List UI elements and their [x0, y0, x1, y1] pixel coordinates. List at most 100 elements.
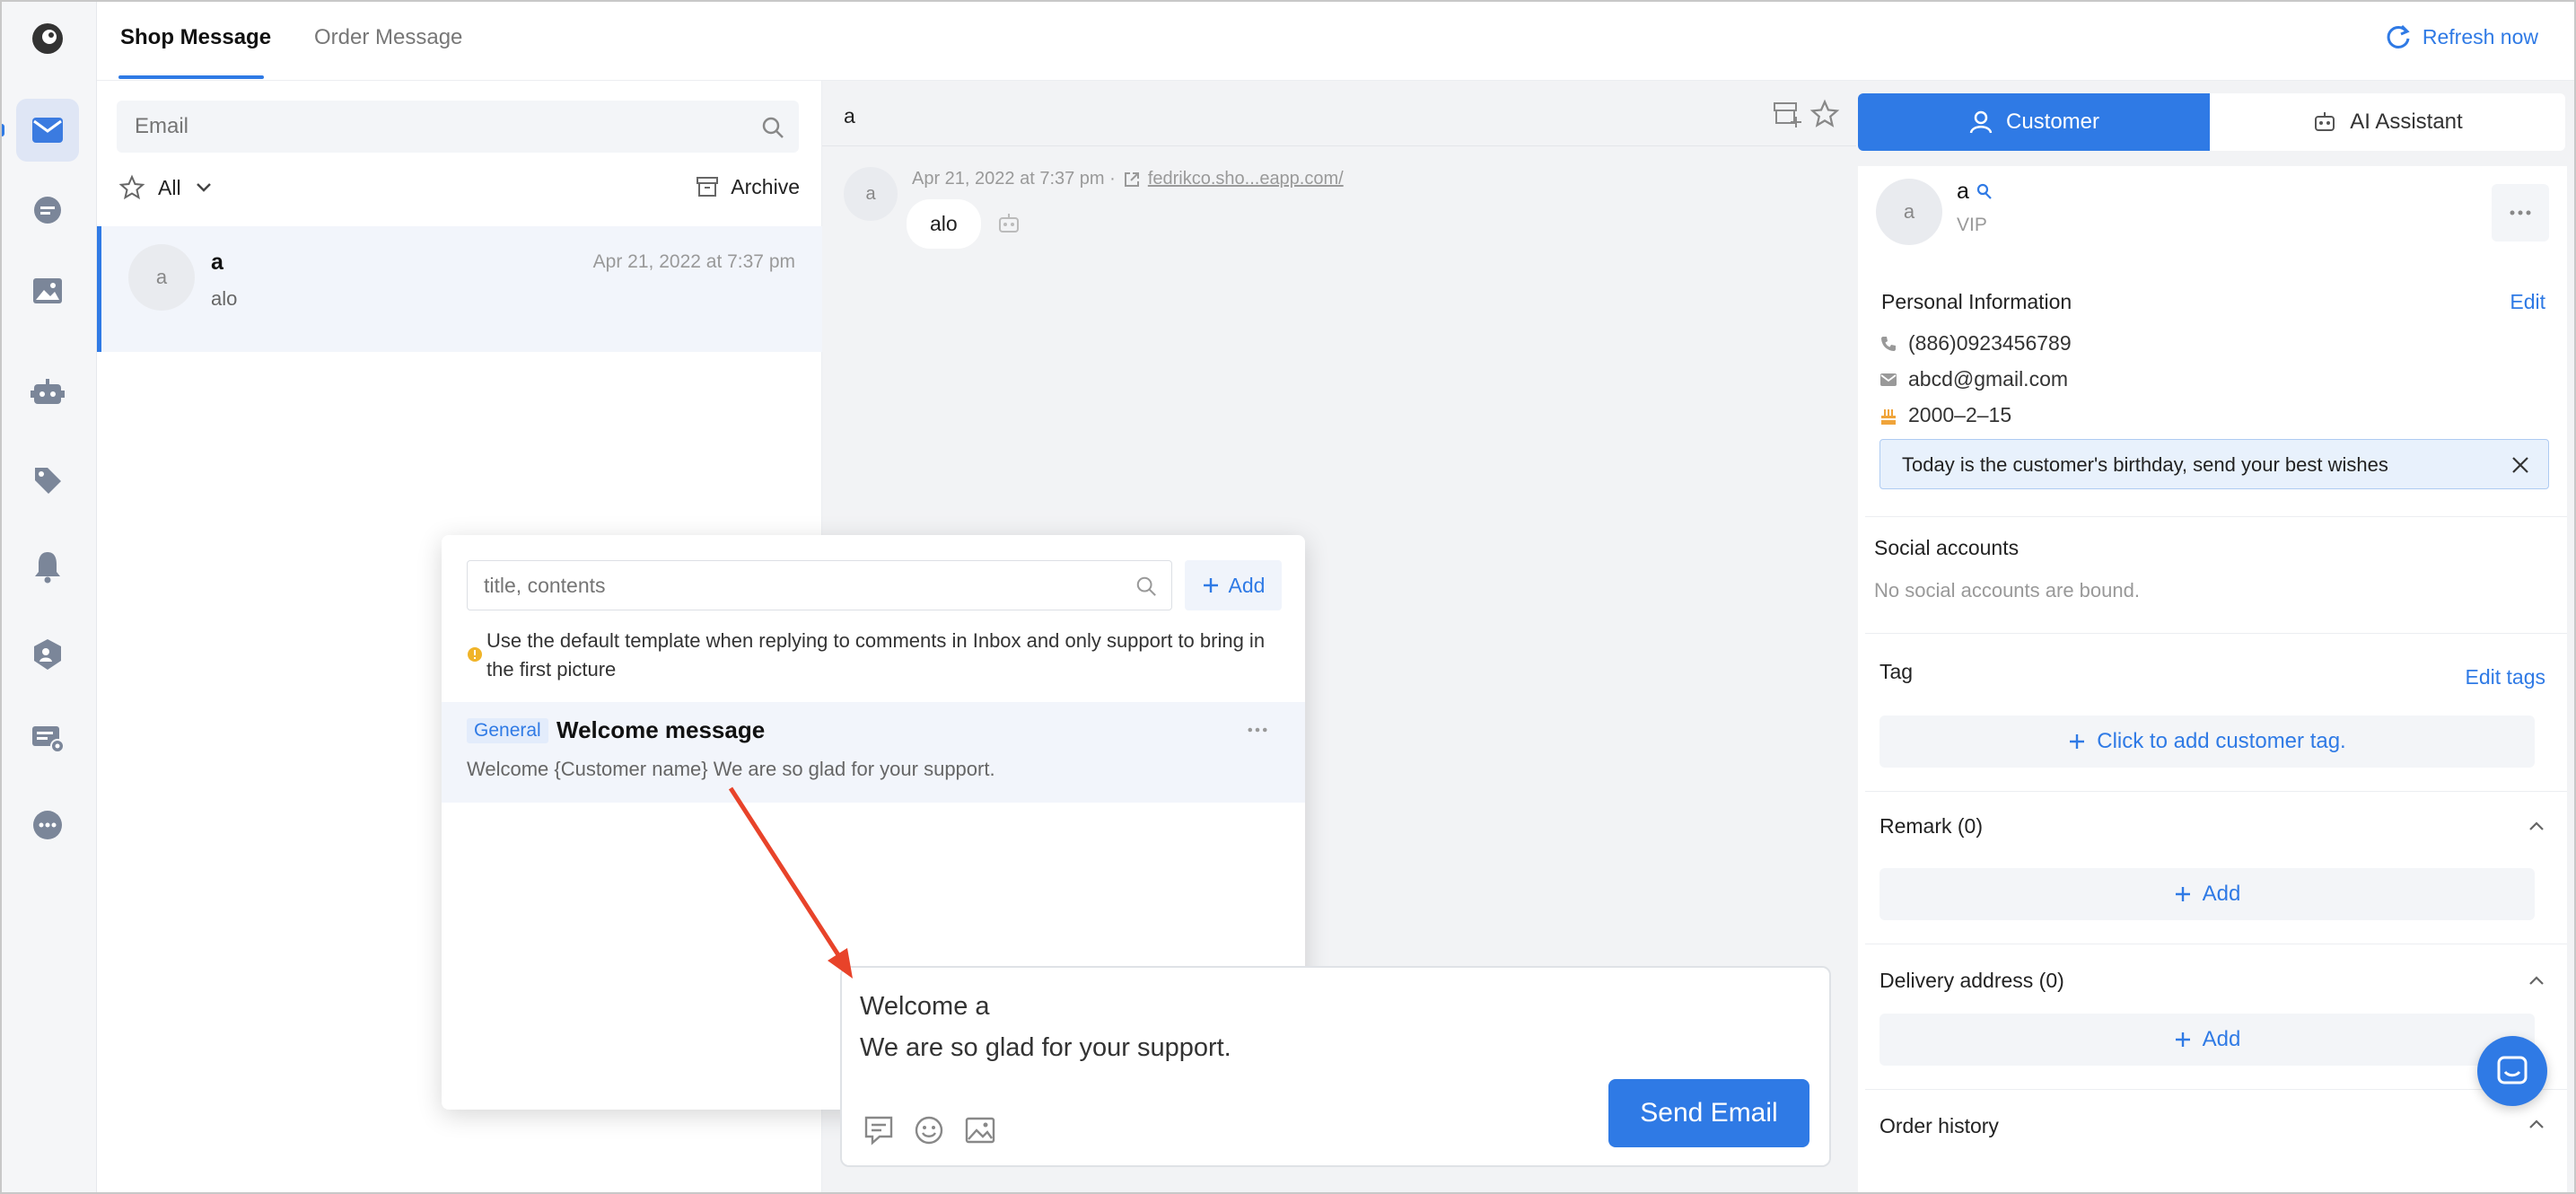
add-remark-button[interactable]: Add	[1879, 868, 2535, 920]
star-outline-icon	[118, 174, 145, 200]
cake-icon	[1881, 408, 1896, 425]
customer-panel: Customer AI Assistant a a VIP Personal I…	[1856, 81, 2574, 1194]
image-icon[interactable]	[16, 260, 79, 323]
divider	[1865, 791, 2567, 792]
chevron-up-icon[interactable]	[2528, 974, 2545, 987]
send-email-button[interactable]: Send Email	[1608, 1079, 1809, 1147]
tab-ai-label: AI Assistant	[2350, 110, 2463, 134]
active-indicator	[0, 124, 4, 136]
phone-value: (886)0923456789	[1908, 331, 2072, 355]
composer-line: Welcome a	[860, 992, 990, 1021]
tab-order-message[interactable]: Order Message	[314, 25, 462, 50]
user-icon	[1969, 110, 1993, 134]
order-history-title: Order history	[1879, 1114, 1999, 1137]
ellipsis-icon	[2510, 210, 2531, 215]
more-icon[interactable]	[16, 794, 79, 856]
add-to-list-icon[interactable]	[1772, 99, 1802, 129]
birthday-notice-text: Today is the customer's birthday, send y…	[1902, 453, 2388, 476]
email-search-input[interactable]	[117, 101, 745, 153]
external-link-icon	[1124, 171, 1139, 187]
template-category-badge: General	[467, 718, 548, 743]
archive-button[interactable]: Archive	[695, 174, 800, 199]
edit-tags-button[interactable]: Edit tags	[2466, 665, 2546, 689]
chevron-up-icon[interactable]	[2528, 1118, 2545, 1130]
image-icon[interactable]	[964, 1115, 996, 1146]
customer-name-row: a	[1957, 179, 1994, 205]
template-icon[interactable]	[863, 1115, 894, 1146]
composer-line: We are so glad for your support.	[860, 1033, 1231, 1062]
tab-shop-message[interactable]: Shop Message	[120, 25, 271, 50]
tag-icon[interactable]	[16, 449, 79, 512]
message-settings-icon[interactable]	[16, 707, 79, 770]
birthday-notice: Today is the customer's birthday, send y…	[1879, 439, 2549, 489]
message-source-link[interactable]: fedrikco.sho...eapp.com/	[1148, 169, 1344, 189]
logo-icon[interactable]	[16, 7, 79, 70]
template-list-item[interactable]: General Welcome message Welcome {Custome…	[442, 702, 1305, 803]
template-title: Welcome message	[556, 716, 766, 743]
add-template-label: Add	[1228, 573, 1266, 597]
template-search-box[interactable]	[467, 560, 1172, 610]
email-icon	[1880, 373, 1897, 386]
bell-icon[interactable]	[16, 535, 79, 598]
filter-label: All	[158, 175, 181, 199]
shield-user-icon[interactable]	[16, 623, 79, 686]
refresh-label: Refresh now	[2422, 24, 2538, 48]
plus-icon	[2175, 887, 2190, 901]
ellipsis-icon[interactable]	[1248, 727, 1267, 733]
user-search-icon	[1976, 183, 1992, 199]
robot-icon	[999, 214, 1019, 233]
social-accounts-title: Social accounts	[1874, 536, 2020, 559]
star-icon[interactable]	[1809, 99, 1840, 129]
plus-icon	[1203, 578, 1218, 593]
email-composer[interactable]: Welcome a We are so glad for your suppor…	[840, 966, 1831, 1167]
customer-card: a a VIP Personal Information Edit (886)0…	[1858, 166, 2567, 1194]
divider	[1865, 1089, 2567, 1090]
chevron-up-icon[interactable]	[2528, 820, 2545, 832]
tag-title: Tag	[1879, 660, 1914, 683]
add-tag-label: Click to add customer tag.	[2097, 729, 2346, 753]
conversation-time: Apr 21, 2022 at 7:37 pm	[592, 251, 795, 272]
edit-personal-button[interactable]: Edit	[2510, 290, 2545, 314]
robot-icon	[2315, 112, 2335, 131]
avatar: a	[128, 244, 195, 311]
divider	[1865, 516, 2567, 517]
birthday-value: 2000–2–15	[1908, 403, 2012, 426]
robot-icon[interactable]	[16, 361, 79, 424]
composer-text[interactable]: Welcome a We are so glad for your suppor…	[860, 986, 1231, 1068]
conversation-preview: alo	[211, 287, 238, 310]
message-time: Apr 21, 2022 at 7:37 pm ·	[912, 169, 1116, 189]
add-delivery-address-button[interactable]: Add	[1879, 1014, 2535, 1066]
mail-icon[interactable]	[16, 99, 79, 162]
email-value: abcd@gmail.com	[1908, 367, 2069, 391]
support-chat-button[interactable]	[2477, 1036, 2547, 1106]
delivery-address-title: Delivery address (0)	[1879, 969, 2064, 992]
chat-header-divider	[822, 145, 1856, 146]
divider	[1865, 633, 2567, 634]
refresh-button[interactable]: Refresh now	[2385, 23, 2538, 50]
template-notice: Use the default template when replying t…	[486, 629, 1266, 680]
add-customer-tag-button[interactable]: Click to add customer tag.	[1879, 716, 2535, 768]
list-search-box[interactable]	[117, 101, 799, 153]
phone-icon	[1881, 336, 1896, 351]
template-body: Welcome {Customer name} We are so glad f…	[467, 758, 995, 780]
search-icon[interactable]	[761, 116, 784, 139]
tab-customer[interactable]: Customer	[1858, 93, 2210, 151]
search-icon[interactable]	[1135, 575, 1157, 597]
emoji-icon[interactable]	[914, 1115, 944, 1146]
archive-label: Archive	[731, 174, 800, 198]
more-options-button[interactable]	[2492, 184, 2549, 241]
template-search-input[interactable]	[468, 561, 1123, 610]
tab-ai-assistant[interactable]: AI Assistant	[2210, 93, 2565, 151]
add-template-button[interactable]: Add	[1185, 560, 1282, 610]
filter-dropdown[interactable]: All	[118, 174, 214, 201]
remark-title: Remark (0)	[1879, 814, 1984, 838]
message-meta: Apr 21, 2022 at 7:37 pm · fedrikco.sho..…	[912, 169, 1344, 189]
left-nav-rail	[0, 0, 97, 1194]
chat-title: a	[844, 104, 855, 127]
close-icon[interactable]	[2510, 455, 2530, 475]
archive-icon	[697, 177, 719, 197]
conversation-list-item[interactable]: a a Apr 21, 2022 at 7:37 pm alo	[97, 226, 822, 352]
plus-icon	[2070, 734, 2085, 749]
customer-name: a	[1957, 179, 1969, 204]
chat-icon[interactable]	[16, 180, 79, 242]
